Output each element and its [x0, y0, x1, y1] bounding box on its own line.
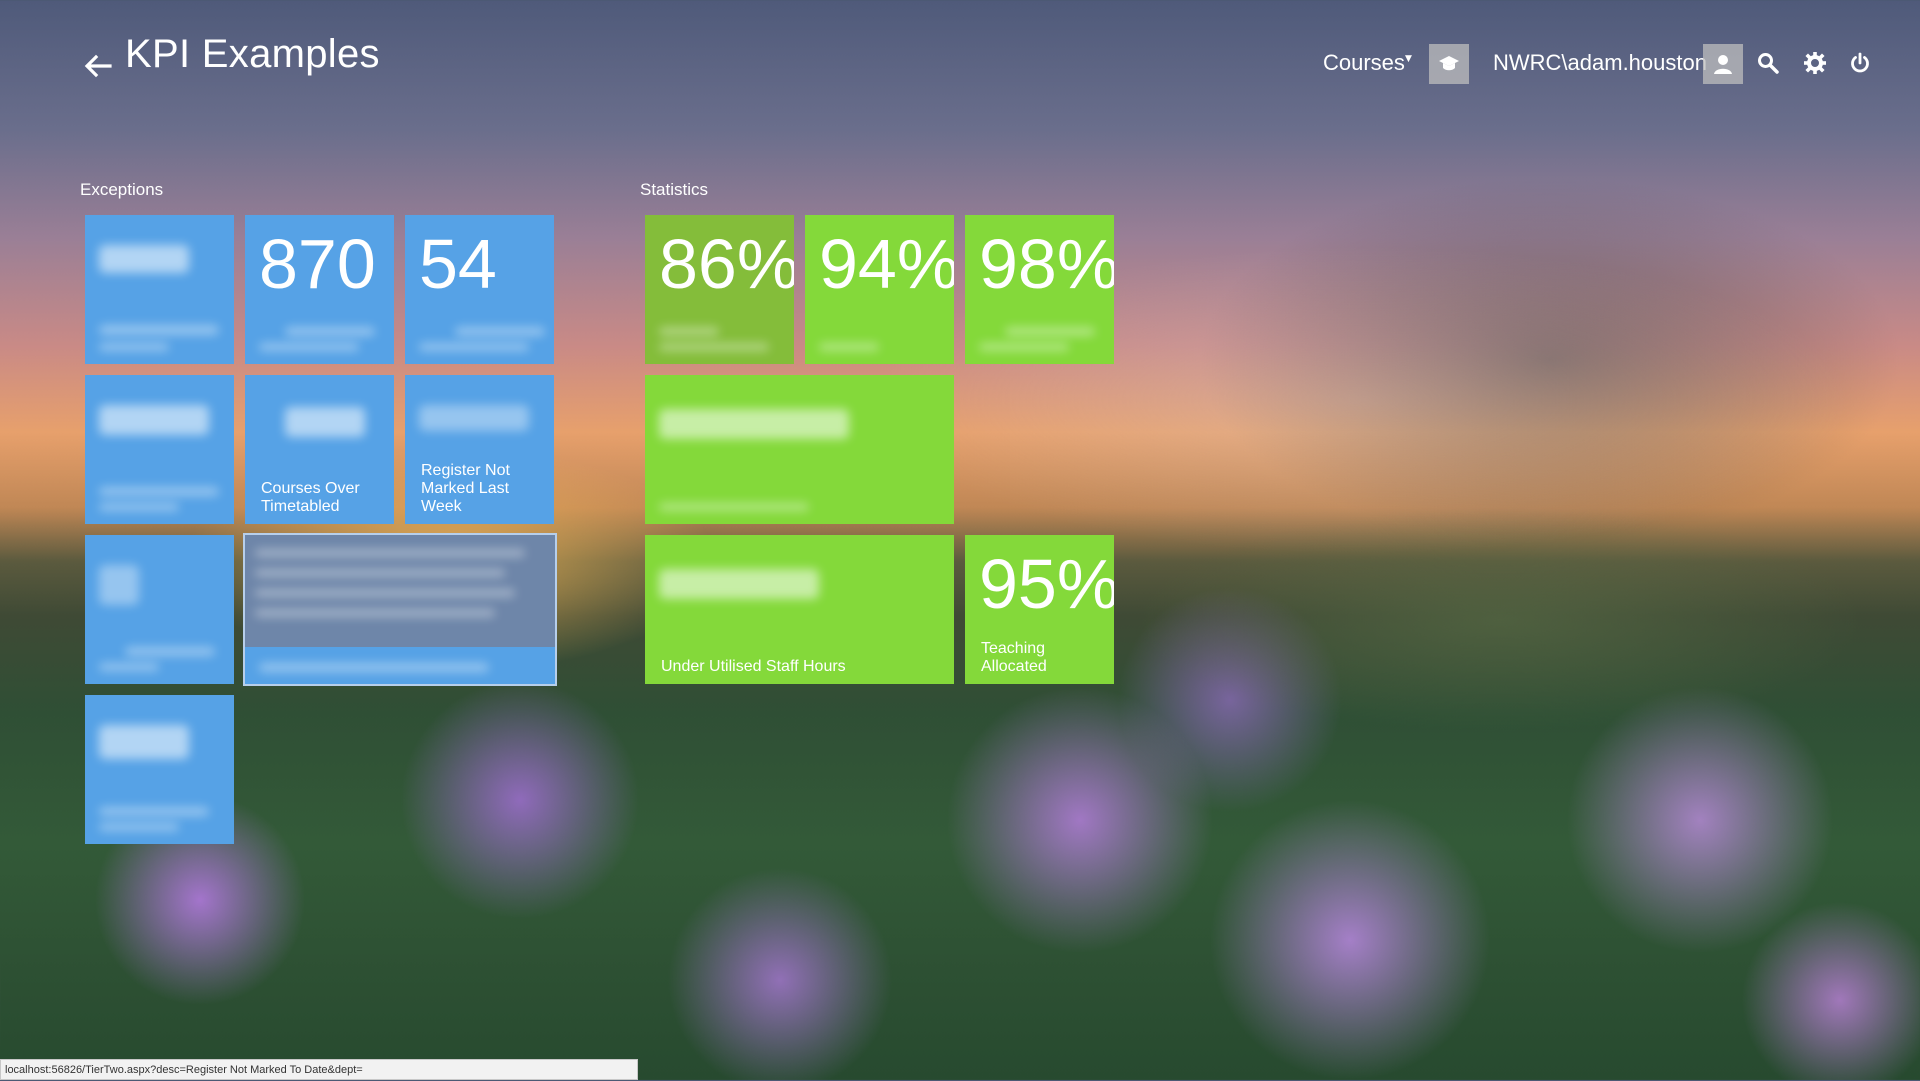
blurred-caption: [99, 325, 219, 335]
exception-tile[interactable]: [85, 215, 234, 364]
gear-icon: [1804, 52, 1826, 74]
blurred-caption: [259, 343, 359, 351]
blurred-caption: [659, 503, 809, 511]
tile-value: 870: [259, 225, 376, 303]
graduation-cap-icon: [1439, 56, 1459, 71]
blurred-value: [659, 409, 849, 439]
user-name[interactable]: NWRC\adam.houston: [1493, 50, 1707, 76]
exception-wide-tile[interactable]: [243, 533, 557, 686]
blurred-caption: [99, 487, 219, 496]
blurred-caption: [285, 327, 375, 336]
settings-button[interactable]: [1800, 48, 1830, 78]
exception-tile[interactable]: [85, 535, 234, 684]
blurred-caption: [99, 823, 179, 831]
blurred-caption: [99, 807, 209, 816]
statistic-wide-tile[interactable]: Under Utilised Staff Hours: [645, 535, 954, 684]
tile-value: 95%: [979, 545, 1114, 623]
blurred-caption: [979, 343, 1069, 351]
blurred-value: [419, 405, 529, 431]
exception-tile[interactable]: Courses Over Timetabled: [245, 375, 394, 524]
user-icon: [1714, 55, 1732, 74]
search-button[interactable]: [1753, 48, 1783, 78]
tile-caption: Under Utilised Staff Hours: [661, 658, 846, 675]
search-icon: [1758, 53, 1779, 74]
blurred-caption: [99, 503, 179, 511]
back-button[interactable]: [80, 48, 116, 84]
exception-tile[interactable]: 54: [405, 215, 554, 364]
blurred-row: [255, 589, 515, 597]
tile-preview-panel: [245, 535, 555, 647]
blurred-value: [99, 725, 189, 759]
exception-tile[interactable]: 870: [245, 215, 394, 364]
statistic-wide-tile[interactable]: [645, 375, 954, 524]
blurred-value: [659, 569, 819, 599]
tile-value: 98%: [979, 225, 1114, 303]
statistic-tile[interactable]: 94%: [805, 215, 954, 364]
tile-caption: Teaching Allocated: [981, 640, 1047, 675]
tile-value: 86%: [659, 225, 794, 303]
chevron-down-icon: ▼: [1405, 54, 1412, 64]
blurred-caption: [659, 327, 719, 336]
blurred-caption: [259, 663, 489, 672]
blurred-row: [255, 569, 505, 577]
tile-caption: Courses Over Timetabled: [261, 480, 360, 515]
blurred-value: [285, 407, 365, 437]
blurred-caption: [125, 647, 215, 656]
blurred-caption: [419, 343, 529, 351]
blurred-caption: [99, 343, 169, 351]
status-bar-url: localhost:56826/TierTwo.aspx?desc=Regist…: [0, 1059, 638, 1080]
page-title: KPI Examples: [125, 32, 380, 76]
blurred-caption: [455, 327, 545, 336]
blurred-value: [99, 405, 209, 435]
courses-button[interactable]: [1429, 44, 1469, 84]
arrow-left-icon: [84, 54, 112, 78]
tile-value: 94%: [819, 225, 954, 303]
tile-value: 54: [419, 225, 497, 303]
exception-tile[interactable]: [85, 375, 234, 524]
statistic-tile[interactable]: 86%: [645, 215, 794, 364]
power-button[interactable]: [1845, 48, 1875, 78]
statistic-tile[interactable]: 98%: [965, 215, 1114, 364]
exception-tile[interactable]: [85, 695, 234, 844]
exceptions-heading: Exceptions: [80, 180, 164, 199]
blurred-value: [99, 245, 189, 273]
exception-tile[interactable]: Register Not Marked Last Week: [405, 375, 554, 524]
blurred-caption: [99, 663, 159, 671]
blurred-caption: [819, 343, 879, 351]
blurred-row: [255, 549, 525, 557]
courses-dropdown[interactable]: Courses: [1323, 50, 1405, 76]
statistic-tile[interactable]: 95% Teaching Allocated: [965, 535, 1114, 684]
statistics-heading: Statistics: [640, 180, 709, 199]
blurred-caption: [1005, 327, 1095, 336]
power-icon: [1851, 52, 1869, 73]
tile-caption: Register Not Marked Last Week: [421, 462, 510, 515]
blurred-row: [255, 609, 495, 617]
blurred-caption: [659, 343, 769, 351]
user-button[interactable]: [1703, 44, 1743, 84]
blurred-value: [99, 565, 139, 605]
